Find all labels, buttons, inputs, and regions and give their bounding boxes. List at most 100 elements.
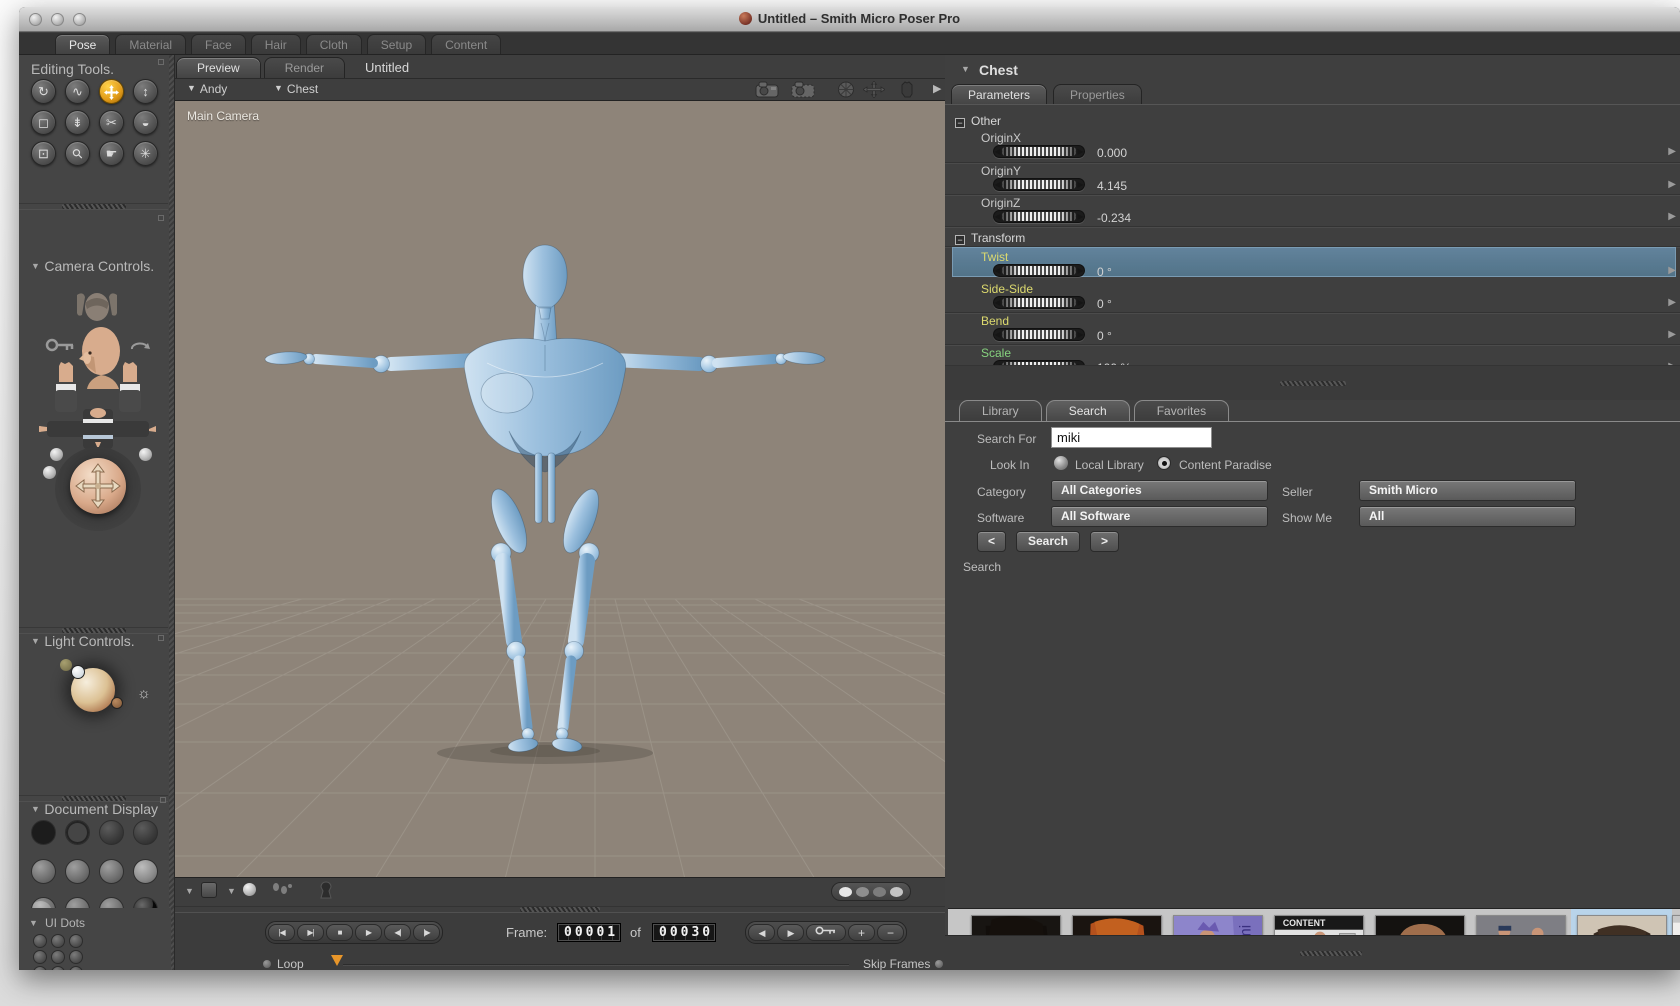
content-paradise-radio[interactable] [1157, 456, 1171, 470]
figure-andy[interactable] [264, 244, 826, 754]
translate-pull-tool-button[interactable] [99, 79, 124, 104]
display-style-outline-button[interactable] [65, 820, 90, 845]
param-dial-sideside[interactable]: ◀ ▶ [993, 296, 1085, 309]
tab-cloth[interactable]: Cloth [305, 34, 362, 54]
software-dropdown[interactable]: All Software [1051, 506, 1268, 527]
bodypart-dropdown[interactable]: ▼ Chest [274, 82, 318, 96]
collapse-box-icon[interactable]: − [955, 235, 965, 245]
param-options-arrow[interactable]: ▶ [1668, 297, 1676, 308]
panel-menu-icon[interactable] [158, 215, 164, 221]
twist-tool-button[interactable]: ∿ [65, 79, 90, 104]
param-options-arrow[interactable]: ▶ [1668, 146, 1676, 157]
param-dial-originz[interactable]: ◀ ▶ [993, 210, 1085, 223]
display-style-smooth-shaded-button[interactable] [133, 859, 158, 884]
delete-keyframe-button[interactable]: − [877, 924, 904, 941]
hand-view-icon[interactable] [901, 81, 913, 98]
tab-material[interactable]: Material [115, 34, 187, 54]
param-options-arrow[interactable]: ▶ [1668, 329, 1676, 340]
tracking-ball-icon[interactable] [243, 883, 256, 896]
panel-menu-icon[interactable] [158, 59, 164, 65]
search-input[interactable] [1051, 427, 1212, 448]
local-library-label[interactable]: Local Library [1075, 458, 1144, 472]
content-paradise-label[interactable]: Content Paradise [1179, 458, 1272, 472]
camera-dot-1[interactable] [839, 886, 852, 897]
face-camera-icon[interactable] [755, 81, 781, 98]
stop-button[interactable]: ■ [326, 924, 353, 941]
horizontal-splitter[interactable] [175, 906, 945, 913]
timeline-marker[interactable] [331, 955, 343, 966]
camera-name-label[interactable]: Main Camera [187, 109, 259, 123]
light-view-icon[interactable] [837, 81, 855, 98]
tab-render[interactable]: Render [263, 57, 346, 78]
prev-key-button[interactable]: ◀ [748, 924, 775, 941]
camera-dot-2[interactable] [856, 886, 869, 897]
play-button[interactable]: ▶ [355, 924, 382, 941]
camera-dots-selector[interactable] [831, 882, 911, 901]
viewport[interactable]: Main Camera [175, 100, 945, 878]
display-style-arrow-icon[interactable]: ▼ [185, 886, 194, 896]
chain-break-tool-button[interactable]: ✂ [99, 110, 124, 135]
ui-dot[interactable] [51, 934, 65, 948]
resize-handle[interactable] [1300, 950, 1362, 956]
camera-rotate-icon[interactable] [129, 340, 151, 359]
camera-orbit-ball-lower-icon[interactable] [43, 466, 56, 479]
ui-dot[interactable] [33, 950, 47, 964]
tab-properties[interactable]: Properties [1053, 84, 1142, 104]
local-library-radio[interactable] [1054, 456, 1068, 470]
ui-dot[interactable] [33, 966, 47, 970]
display-style-hiddenline-button[interactable] [133, 820, 158, 845]
panel-menu-icon[interactable] [160, 797, 166, 803]
translate-inout-tool-button[interactable]: ↕ [133, 79, 158, 104]
timeline-track[interactable] [343, 964, 849, 966]
search-button[interactable]: Search [1016, 531, 1080, 552]
tab-search[interactable]: Search [1045, 400, 1130, 421]
actor-dropdown[interactable]: ▼ Andy [187, 82, 227, 96]
next-key-button[interactable]: ▶ [777, 924, 804, 941]
figure-pawn-icon[interactable] [319, 881, 333, 900]
show-me-dropdown[interactable]: All [1359, 506, 1576, 527]
ui-dot[interactable] [33, 934, 47, 948]
tracking-mode-arrow-icon[interactable]: ▼ [227, 886, 236, 896]
tab-preview[interactable]: Preview [176, 57, 261, 78]
param-dial-originy[interactable]: ◀ ▶ [993, 178, 1085, 191]
tab-favorites[interactable]: Favorites [1133, 400, 1230, 421]
tab-hair[interactable]: Hair [250, 34, 301, 54]
select-camera-icon[interactable] [791, 81, 817, 98]
seller-dropdown[interactable]: Smith Micro [1359, 480, 1576, 501]
scale-tool-button[interactable]: ◻ [31, 110, 56, 135]
group-other[interactable]: − Other [955, 114, 1001, 128]
ui-dot[interactable] [51, 950, 65, 964]
tab-library[interactable]: Library [959, 400, 1042, 421]
ui-dot[interactable] [69, 950, 83, 964]
ui-dot[interactable] [69, 966, 83, 970]
collapse-arrow-icon[interactable]: ▼ [31, 636, 40, 646]
camera-dot-3[interactable] [873, 886, 886, 897]
title-bar[interactable]: Untitled – Smith Micro Poser Pro [19, 7, 1680, 32]
tab-setup[interactable]: Setup [366, 34, 427, 54]
step-back-button[interactable]: ◀| [384, 924, 411, 941]
panel-menu-icon[interactable] [158, 635, 164, 641]
skip-frames-toggle[interactable] [935, 960, 943, 968]
light-properties-sun-icon[interactable]: ☼ [137, 685, 151, 702]
param-dial-twist[interactable]: ◀ ▶ [993, 264, 1085, 277]
next-page-button[interactable]: > [1090, 531, 1119, 552]
param-options-arrow[interactable]: ▶ [1668, 265, 1676, 276]
collapse-arrow-icon[interactable]: ▼ [29, 918, 38, 928]
camera-trackball[interactable] [70, 458, 126, 514]
step-forward-button[interactable]: |▶ [413, 924, 440, 941]
collapse-arrow-icon[interactable]: ▼ [961, 64, 970, 74]
display-style-wireframe-button[interactable] [99, 820, 124, 845]
param-dial-originx[interactable]: ◀ ▶ [993, 145, 1085, 158]
move-view-icon[interactable] [863, 81, 885, 98]
tab-face[interactable]: Face [191, 34, 246, 54]
display-style-silhouette-button[interactable] [31, 820, 56, 845]
morphing-tool-button[interactable]: ☛ [99, 141, 124, 166]
light-indicator-3-icon[interactable] [111, 697, 123, 709]
camera-orbit-ball-left-icon[interactable] [50, 448, 63, 461]
collapse-box-icon[interactable]: − [955, 118, 965, 128]
loop-toggle[interactable] [263, 960, 271, 968]
camera-key-icon[interactable] [45, 337, 75, 358]
camera-orbit-ball-right-icon[interactable] [139, 448, 152, 461]
collapse-arrow-icon[interactable]: ▼ [31, 261, 40, 271]
current-frame-counter[interactable]: 00001 [557, 923, 622, 942]
